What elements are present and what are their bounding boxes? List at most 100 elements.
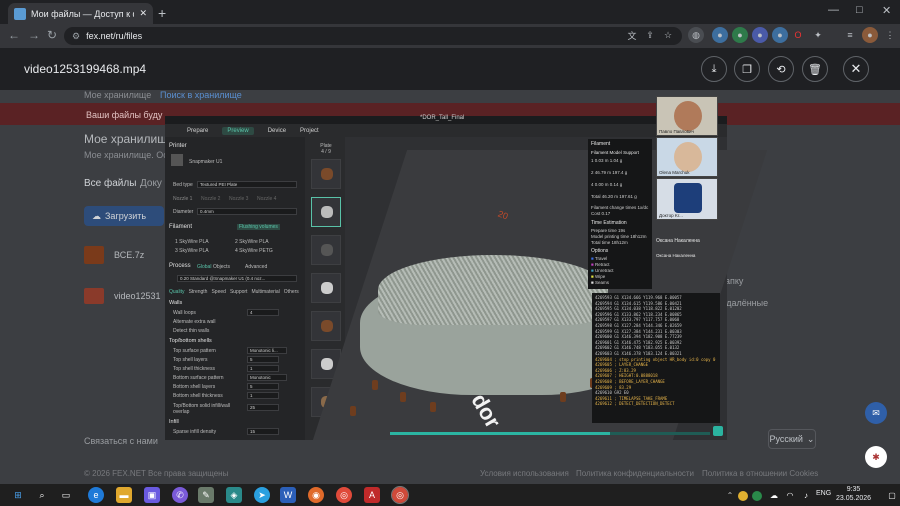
stats-filament-changes: Filament change times 1x/dc xyxy=(591,205,649,210)
bottom-shell-thickness-label: Bottom shell thickness xyxy=(173,393,223,399)
maximize-icon[interactable]: □ xyxy=(856,4,863,16)
plate-thumb-4 xyxy=(311,273,341,303)
bookmark-star-icon[interactable]: ☆ xyxy=(660,27,676,43)
onedrive-icon[interactable]: ☁ xyxy=(766,487,782,503)
link-icon[interactable]: ⟲ xyxy=(768,56,794,82)
profile-avatar-icon[interactable]: ● xyxy=(862,27,878,43)
back-icon[interactable]: ← xyxy=(8,28,20,42)
participant-3-video xyxy=(674,183,702,213)
file-name-2[interactable]: video12531 xyxy=(114,291,161,301)
minimize-icon[interactable]: — xyxy=(828,4,839,16)
breadcrumb-storage[interactable]: Мое хранилище xyxy=(84,90,151,100)
setting-tab-quality: Quality xyxy=(169,289,185,295)
tray-app-2-icon[interactable] xyxy=(752,491,762,501)
file-name-1[interactable]: ВСЕ.7z xyxy=(114,250,144,260)
chrome-active-icon[interactable]: ◎ xyxy=(391,486,409,504)
support-1 xyxy=(372,380,378,390)
slicer-app-icon[interactable]: ◈ xyxy=(226,487,242,503)
extensions-puzzle-icon[interactable]: ✦ xyxy=(810,27,826,43)
participant-2-video xyxy=(674,142,702,172)
copy-icon[interactable]: ❐ xyxy=(734,56,760,82)
firefox-icon[interactable]: ◉ xyxy=(308,487,324,503)
archive-file-icon xyxy=(84,246,104,264)
contact-us-link[interactable]: Связаться с нами xyxy=(84,436,158,446)
store-icon[interactable]: ▣ xyxy=(144,487,160,503)
footer-terms-link[interactable]: Условия использования xyxy=(480,469,569,478)
printer-thumbnail xyxy=(171,154,183,166)
email-fab-icon[interactable]: ✉ xyxy=(865,402,887,424)
slicer-title: *DOR_Tall_Final xyxy=(420,115,465,121)
acrobat-icon[interactable]: A xyxy=(364,487,380,503)
stats-columns: Filament Model Support xyxy=(591,150,639,155)
translate-icon[interactable]: 文 xyxy=(624,27,640,43)
new-tab-button[interactable]: + xyxy=(158,5,166,21)
nozzle-2: Nozzle 2 xyxy=(201,196,221,202)
address-bar[interactable]: ⚙ fex.net/ru/files xyxy=(64,27,682,45)
viber-icon[interactable]: ✆ xyxy=(172,487,188,503)
close-window-icon[interactable]: ✕ xyxy=(882,4,891,17)
close-tab-icon[interactable]: ✕ xyxy=(139,8,147,19)
chevron-down-icon: ⌄ xyxy=(806,433,815,444)
start-icon[interactable]: ⊞ xyxy=(10,487,26,503)
top-shell-layers-value: 5 xyxy=(247,356,279,363)
tab-documents[interactable]: Доку xyxy=(140,178,162,189)
file-explorer-icon[interactable]: ▬ xyxy=(116,487,132,503)
reload-icon[interactable]: ↻ xyxy=(47,28,57,42)
browser-tab[interactable]: Мои файлы — Доступ к ф ✕ xyxy=(8,3,153,24)
tab-search-icon[interactable]: ≡ xyxy=(842,27,858,43)
network-icon[interactable]: ◠ xyxy=(782,487,798,503)
plate-thumb-5 xyxy=(311,311,341,341)
input-language[interactable]: ENG xyxy=(816,490,831,497)
option-wipe: ■ Wipe xyxy=(591,274,606,279)
telegram-icon[interactable]: ➤ xyxy=(254,487,270,503)
close-viewer-button[interactable]: ✕ xyxy=(843,56,869,82)
volume-icon[interactable]: ♪ xyxy=(798,487,814,503)
notifications-icon[interactable]: ▢ xyxy=(884,487,900,503)
advanced-toggle: Advanced xyxy=(245,264,268,270)
tab-all-files[interactable]: Все файлы xyxy=(84,178,136,189)
bottom-surface-label: Bottom surface pattern xyxy=(173,375,224,381)
footer-cookies-link[interactable]: Политика в отношении Cookies xyxy=(702,469,818,478)
language-select[interactable]: Русский ⌄ xyxy=(768,429,816,449)
stats-cost: Cost 0.17 xyxy=(591,211,611,216)
overlap-value: 25 xyxy=(247,404,279,411)
site-info-icon[interactable]: ⚙ xyxy=(72,31,80,42)
share-icon[interactable]: ⇪ xyxy=(642,27,658,43)
opera-icon[interactable]: O xyxy=(790,27,806,43)
extension-4-icon[interactable]: ● xyxy=(752,27,768,43)
bottom-shell-thickness-value: 1 xyxy=(247,392,279,399)
extension-5-icon[interactable]: ● xyxy=(772,27,788,43)
search-icon[interactable]: ⌕ xyxy=(34,487,50,503)
video-file-thumbnail xyxy=(84,288,104,304)
windows-taskbar xyxy=(0,484,900,506)
tray-app-1-icon[interactable] xyxy=(738,491,748,501)
side-text-folder: апку xyxy=(725,276,744,286)
forward-icon[interactable]: → xyxy=(28,28,40,42)
extension-2-icon[interactable]: ● xyxy=(712,27,728,43)
task-view-icon[interactable]: ▭ xyxy=(58,487,74,503)
extension-icon[interactable]: ◍ xyxy=(688,27,704,43)
menu-device: Device xyxy=(267,127,287,134)
alternate-wall-label: Alternate extra wall xyxy=(173,319,216,325)
app-icon[interactable]: ✎ xyxy=(198,487,214,503)
printing-time: Model printing time 18h12m xyxy=(591,234,647,239)
breadcrumb-search[interactable]: Поиск в хранилище xyxy=(160,90,242,100)
word-icon[interactable]: W xyxy=(280,487,296,503)
edge-icon[interactable]: e xyxy=(88,487,104,503)
setting-tab-support: Support xyxy=(229,289,248,295)
chrome-icon[interactable]: ◎ xyxy=(336,487,352,503)
menu-icon[interactable]: ⋮ xyxy=(882,27,898,43)
help-fab-icon[interactable]: ✱ xyxy=(865,446,887,468)
extension-3-icon[interactable]: ● xyxy=(732,27,748,43)
filament-3: 3 SkyWire PLA xyxy=(175,248,209,254)
delete-icon[interactable]: 🗑 xyxy=(802,56,828,82)
footer-privacy-link[interactable]: Политика конфиденциальности xyxy=(576,469,694,478)
option-seams: ■ Seams xyxy=(591,280,609,285)
top-surface-label: Top surface pattern xyxy=(173,348,216,354)
printer-section-label: Printer xyxy=(169,143,187,149)
download-icon[interactable]: ⤓ xyxy=(701,56,727,82)
tray-chevron-icon[interactable]: ⌃ xyxy=(722,487,738,503)
upload-button[interactable]: ☁ Загрузить xyxy=(84,206,164,226)
menu-project: Project xyxy=(300,127,319,134)
clock[interactable]: 9:35 23.05.2026 xyxy=(836,485,871,503)
